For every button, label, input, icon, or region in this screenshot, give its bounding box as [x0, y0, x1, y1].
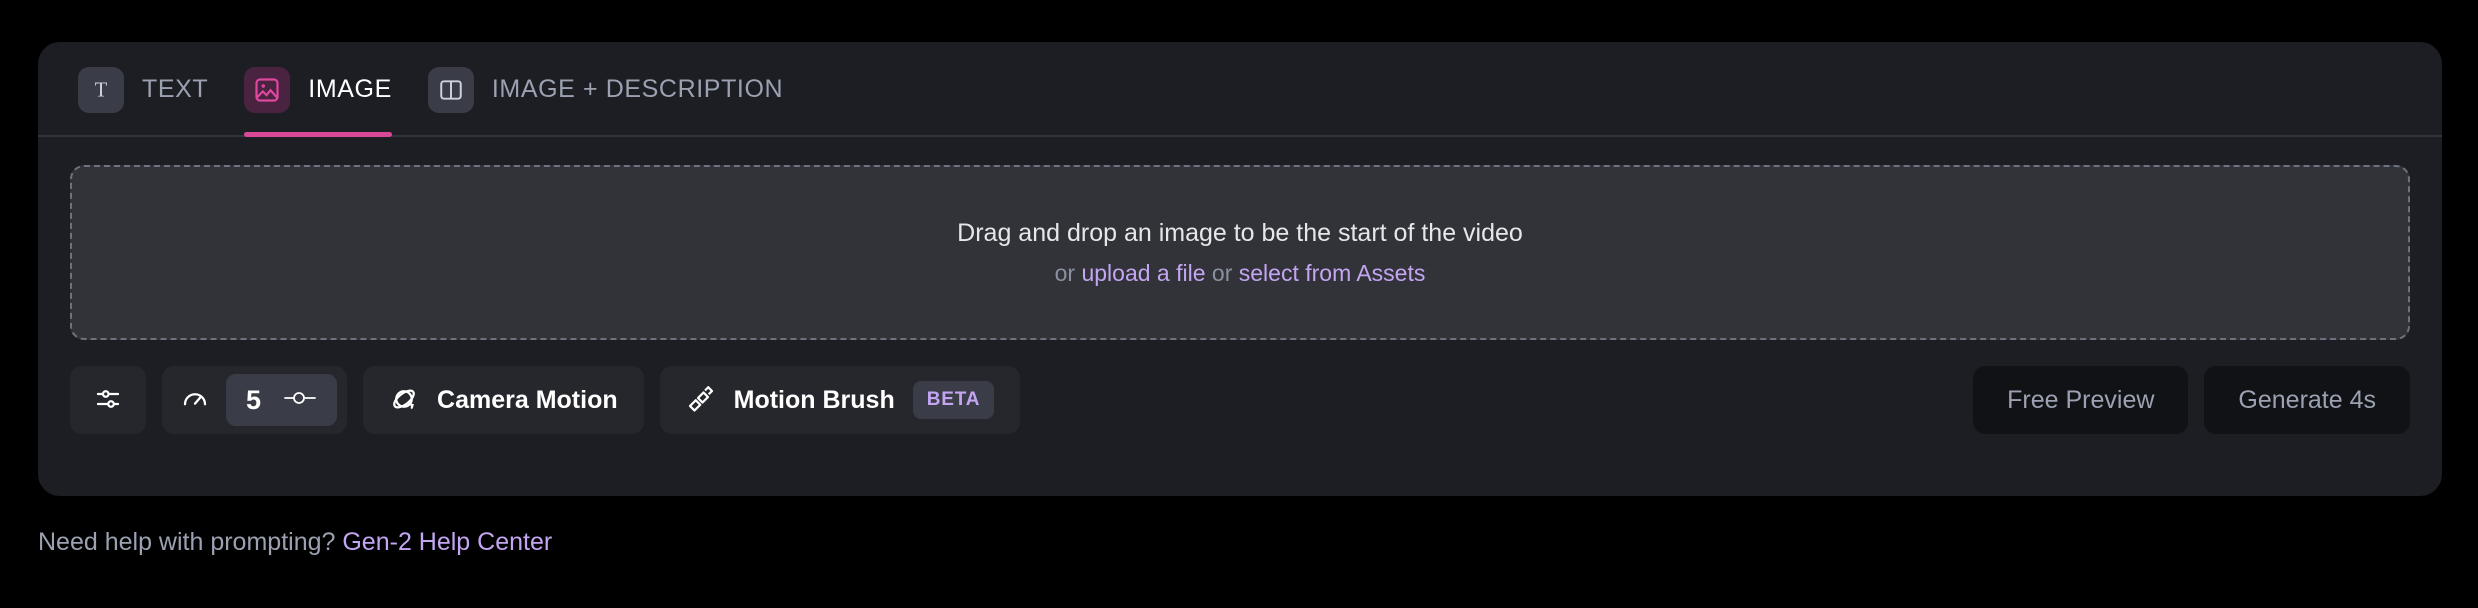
dropzone-sub-text: or upload a file or select from Assets — [1055, 260, 1426, 287]
image-icon — [244, 66, 291, 113]
orbit-icon — [389, 384, 419, 417]
motion-amount-slider[interactable]: 5 — [226, 374, 338, 426]
active-tab-underline — [244, 132, 392, 137]
dropzone-main-text: Drag and drop an image to be the start o… — [957, 218, 1523, 247]
help-footer-text: Need help with prompting? — [38, 528, 343, 556]
camera-motion-label: Camera Motion — [437, 385, 618, 414]
svg-text:T: T — [95, 79, 108, 101]
tab-image-description[interactable]: IMAGE + DESCRIPTION — [420, 42, 811, 137]
tab-text-label: TEXT — [142, 75, 209, 103]
beta-badge: BETA — [912, 381, 995, 419]
settings-button[interactable] — [70, 366, 146, 434]
help-footer: Need help with prompting? Gen-2 Help Cen… — [38, 528, 552, 557]
generate-button[interactable]: Generate 4s — [2204, 366, 2410, 434]
gauge-icon — [180, 383, 210, 418]
tab-image-label: IMAGE — [308, 75, 392, 103]
dropzone-or-prefix: or — [1054, 259, 1082, 286]
slider-handle-icon[interactable] — [283, 387, 317, 414]
free-preview-button[interactable]: Free Preview — [1973, 366, 2189, 434]
select-from-assets-link[interactable]: select from Assets — [1239, 260, 1426, 286]
upload-file-link[interactable]: upload a file — [1081, 260, 1205, 286]
dropzone-or-middle: or — [1205, 259, 1239, 286]
sliders-icon — [93, 384, 123, 417]
motion-brush-button[interactable]: Motion Brush BETA — [659, 366, 1021, 434]
image-dropzone[interactable]: Drag and drop an image to be the start o… — [70, 165, 2410, 340]
motion-brush-label: Motion Brush — [733, 385, 895, 414]
tab-image[interactable]: IMAGE — [236, 42, 420, 137]
image-description-icon — [427, 66, 474, 113]
camera-motion-button[interactable]: Camera Motion — [363, 366, 644, 434]
gen2-composer-panel: T TEXT IMAGE IMAGE + DESCRIPTION Drag an… — [38, 42, 2442, 496]
help-center-link[interactable]: Gen-2 Help Center — [342, 528, 552, 556]
composer-body: Drag and drop an image to be the start o… — [38, 137, 2442, 340]
tab-text[interactable]: T TEXT — [70, 42, 236, 137]
paintbrush-icon — [686, 384, 716, 417]
motion-amount-control[interactable]: 5 — [162, 366, 348, 434]
mode-tabs: T TEXT IMAGE IMAGE + DESCRIPTION — [38, 42, 2442, 137]
composer-toolbar: 5 Camera Motion Motion Brush BETA Free P… — [38, 340, 2442, 434]
text-icon: T — [78, 66, 124, 113]
motion-amount-value: 5 — [246, 384, 262, 415]
tab-image-description-label: IMAGE + DESCRIPTION — [491, 75, 784, 103]
